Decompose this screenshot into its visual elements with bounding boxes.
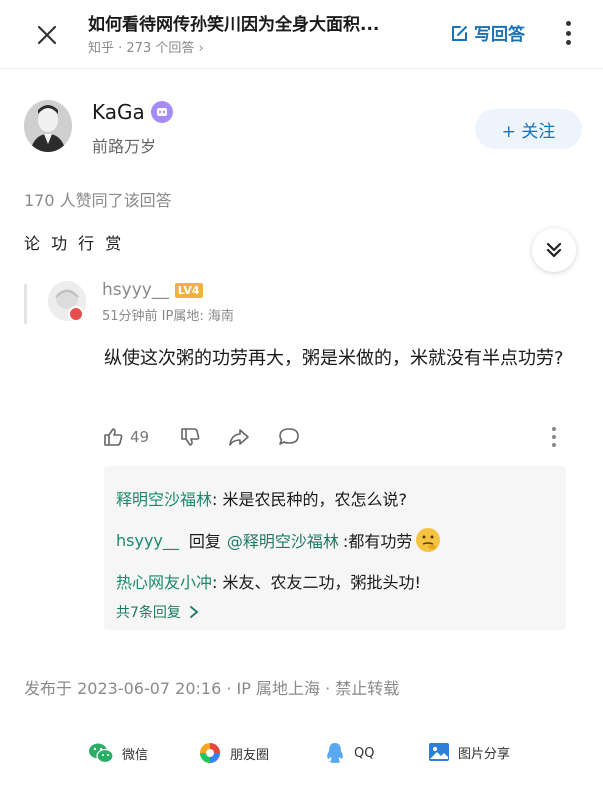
share-comment-button[interactable] xyxy=(227,426,251,448)
reply-item[interactable]: hsyyy__ 回复 @释明空沙福林 :都有功劳 xyxy=(116,528,441,552)
question-title[interactable]: 如何看待网传孙笑川因为全身大面积... xyxy=(88,10,428,35)
thumbs-down-icon xyxy=(181,428,200,446)
share-arrow-icon xyxy=(229,429,249,446)
thinking-emoji-icon xyxy=(416,528,441,552)
reply-button[interactable] xyxy=(277,426,301,448)
dislike-button[interactable] xyxy=(179,426,201,448)
chevron-right-icon xyxy=(190,606,199,618)
publish-info: 发布于 2023-06-07 20:16 · IP 属地上海 · 禁止转载 xyxy=(24,679,400,698)
double-chevron-down-icon xyxy=(546,242,562,258)
share-bar: 微信 朋友圈 QQ 图片分享 xyxy=(0,734,603,774)
top-bar: 如何看待网传孙笑川因为全身大面积... 知乎 · 273 个回答 › 写回答 xyxy=(0,0,603,68)
author-name[interactable]: KaGa xyxy=(92,100,173,124)
write-answer-button[interactable]: 写回答 xyxy=(450,20,525,45)
author-badge-icon xyxy=(150,101,173,123)
reply-item[interactable]: 热心网友小冲 : 米友、农友二功，粥批头功! xyxy=(116,569,421,593)
reply-text: :都有功劳 xyxy=(342,532,413,551)
qq-icon xyxy=(327,743,343,763)
comment-meta: 51分钟前 IP属地: 海南 xyxy=(102,309,234,324)
comment-bubble-icon xyxy=(279,428,299,445)
author-avatar[interactable] xyxy=(24,100,72,152)
reply-text: : 米友、农友二功，粥批头功! xyxy=(212,573,421,592)
answer-content: 论 功 行 赏 xyxy=(24,234,125,253)
comment-more-button[interactable] xyxy=(551,427,557,447)
view-all-replies-label: 共7条回复 xyxy=(116,605,181,621)
comment-body: 纵使这次粥的功劳再大，粥是米做的，米就没有半点功劳? xyxy=(104,348,564,369)
reply-connector: 回复 xyxy=(188,532,221,551)
share-wechat-button[interactable]: 微信 xyxy=(88,741,148,765)
moments-icon xyxy=(200,743,220,763)
like-count: 49 xyxy=(130,428,150,446)
thumbs-up-icon xyxy=(104,428,123,446)
image-share-icon xyxy=(429,743,449,761)
like-button[interactable]: 49 xyxy=(102,426,149,448)
replies-box: 释明空沙福林 : 米是农民种的，农怎么说? hsyyy__ 回复 @释明空沙福林… xyxy=(104,466,566,630)
reply-mention[interactable]: @释明空沙福林 xyxy=(227,528,339,552)
view-all-replies-link[interactable]: 共7条回复 xyxy=(116,602,199,622)
reply-text: : 米是农民种的，农怎么说? xyxy=(212,490,407,509)
share-qq-button[interactable]: QQ xyxy=(324,741,374,765)
divider xyxy=(0,68,603,69)
share-wechat-label: 微信 xyxy=(122,747,149,763)
share-qq-label: QQ xyxy=(354,745,375,761)
wechat-icon xyxy=(89,743,114,764)
follow-button[interactable]: + 关注 xyxy=(475,109,582,149)
edit-icon xyxy=(452,25,467,41)
reply-author[interactable]: 热心网友小冲 xyxy=(116,569,212,593)
level-badge: LV4 xyxy=(174,282,203,298)
comment-actions: 49 xyxy=(102,425,301,449)
share-moments-label: 朋友圈 xyxy=(230,747,270,763)
reply-author[interactable]: hsyyy__ xyxy=(116,531,179,550)
more-options-button[interactable] xyxy=(560,18,576,48)
reply-item[interactable]: 释明空沙福林 : 米是农民种的，农怎么说? xyxy=(116,486,407,510)
commenter-name-text: hsyyy__ xyxy=(102,280,169,300)
author-bio: 前路万岁 xyxy=(92,137,157,156)
share-moments-button[interactable]: 朋友圈 xyxy=(198,741,269,765)
author-name-text: KaGa xyxy=(92,100,145,124)
share-image-button[interactable]: 图片分享 xyxy=(428,741,510,763)
quote-line xyxy=(24,284,27,324)
close-icon xyxy=(37,25,57,45)
write-answer-label: 写回答 xyxy=(474,25,525,45)
commenter-name[interactable]: hsyyy__ LV4 xyxy=(102,280,203,300)
commenter-badge-icon xyxy=(68,306,84,322)
collapse-button[interactable] xyxy=(532,228,576,272)
vote-count: 170 人赞同了该回答 xyxy=(24,191,172,210)
share-image-label: 图片分享 xyxy=(458,746,511,762)
reply-author[interactable]: 释明空沙福林 xyxy=(116,486,212,510)
close-button[interactable] xyxy=(30,18,64,52)
question-subtitle[interactable]: 知乎 · 273 个回答 › xyxy=(88,37,204,56)
